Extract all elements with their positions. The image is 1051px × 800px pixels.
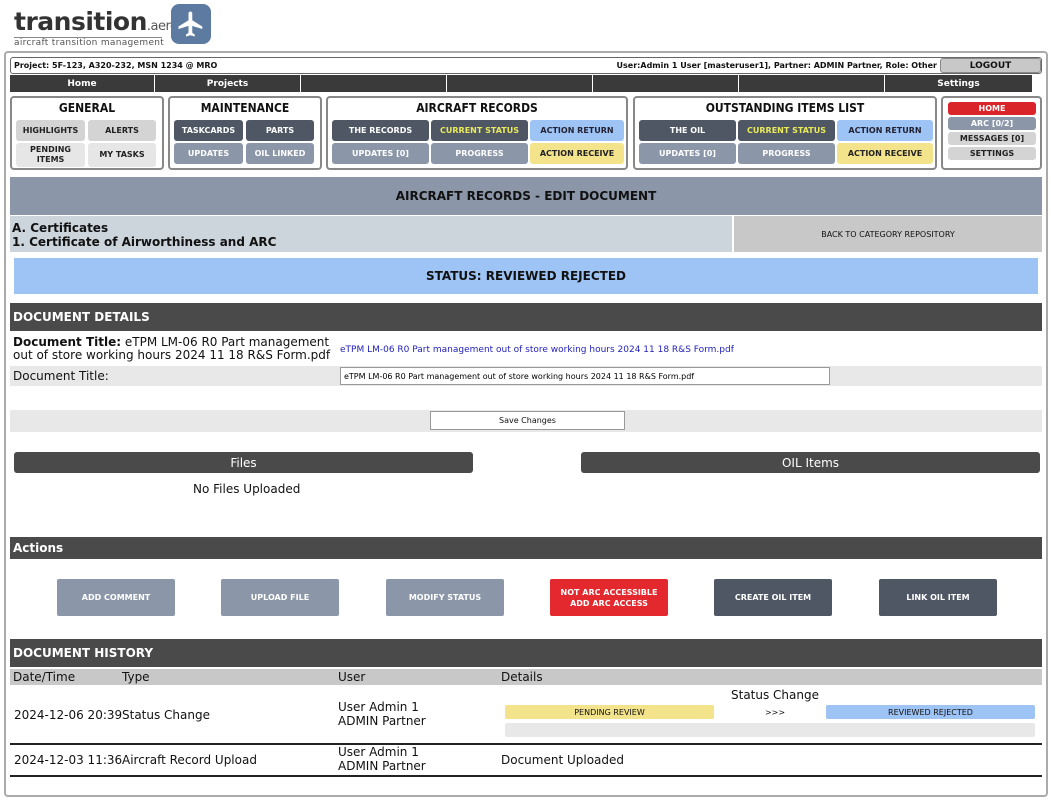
nav-bar: Home Projects Settings [10, 75, 1032, 92]
history-detail: Document Uploaded [501, 753, 625, 767]
arc-action-text: ADD ARC ACCESS [570, 598, 648, 608]
nav-item-3[interactable] [301, 75, 447, 92]
taskcards-button[interactable]: TASKCARDS [174, 120, 243, 141]
category-path: A. Certificates 1. Certificate of Airwor… [10, 216, 732, 252]
general-menu: GENERAL HIGHLIGHTS ALERTS PENDING ITEMS … [10, 96, 164, 170]
link-oil-item-button[interactable]: LINK OIL ITEM [879, 579, 997, 616]
history-detail-title: Status Change [731, 688, 819, 702]
save-row: Save Changes [10, 410, 1042, 432]
document-title-input[interactable] [340, 367, 830, 385]
oil-action-receive-button[interactable]: ACTION RECEIVE [837, 143, 933, 164]
upload-file-button[interactable]: UPLOAD FILE [221, 579, 339, 616]
oil-linked-button[interactable]: OIL LINKED [246, 143, 314, 164]
history-table-header: Date/Time Type User Details [10, 669, 1042, 685]
oil-title: OUTSTANDING ITEMS LIST [705, 101, 865, 115]
records-action-return-button[interactable]: ACTION RETURN [530, 120, 624, 141]
general-title: GENERAL [58, 101, 116, 115]
oil-current-status-button[interactable]: CURRENT STATUS [738, 120, 835, 141]
files-header: Files [14, 452, 473, 473]
aircraft-records-menu: AIRCRAFT RECORDS THE RECORDS CURRENT STA… [326, 96, 628, 170]
user-info: User:Admin 1 User [masteruser1], Partner… [616, 61, 937, 70]
create-oil-item-button[interactable]: CREATE OIL ITEM [714, 579, 832, 616]
logo[interactable]: transition.aero aircraft transition mana… [12, 4, 212, 48]
project-info: Project: 5F-123, A320-232, MSN 1234 @ MR… [14, 61, 218, 70]
the-oil-button[interactable]: THE OIL [639, 120, 736, 141]
maintenance-menu: MAINTENANCE TASKCARDS PARTS UPDATES OIL … [168, 96, 322, 170]
oil-progress-button[interactable]: PROGRESS [738, 143, 835, 164]
document-history-header: DOCUMENT HISTORY [10, 639, 1042, 667]
from-status-badge: PENDING REVIEW [505, 705, 714, 719]
my-tasks-button[interactable]: MY TASKS [88, 143, 156, 167]
parts-button[interactable]: PARTS [246, 120, 314, 141]
no-files-message: No Files Uploaded [193, 482, 301, 496]
document-details-header: DOCUMENT DETAILS [10, 303, 1042, 331]
col-user: User [338, 670, 366, 684]
nav-item-5[interactable] [593, 75, 739, 92]
history-type: Aircraft Record Upload [122, 753, 257, 767]
history-user: User Admin 1 ADMIN Partner [338, 700, 426, 728]
settings-button[interactable]: SETTINGS [948, 147, 1036, 160]
project-bar: Project: 5F-123, A320-232, MSN 1234 @ MR… [10, 57, 1042, 74]
row-divider [10, 743, 1042, 745]
actions-header: Actions [10, 537, 1042, 559]
alerts-button[interactable]: ALERTS [88, 120, 156, 141]
nav-projects[interactable]: Projects [155, 75, 301, 92]
records-action-receive-button[interactable]: ACTION RECEIVE [530, 143, 624, 164]
modify-status-button[interactable]: MODIFY STATUS [386, 579, 504, 616]
page-title: AIRCRAFT RECORDS - EDIT DOCUMENT [10, 177, 1042, 215]
pending-items-button[interactable]: PENDING ITEMS [16, 143, 85, 167]
history-user: User Admin 1 ADMIN Partner [338, 745, 426, 773]
highlights-button[interactable]: HIGHLIGHTS [16, 120, 85, 141]
document-title-edit-row: Document Title: [10, 366, 1042, 386]
oil-action-return-button[interactable]: ACTION RETURN [837, 120, 933, 141]
category-line-1: A. Certificates [12, 221, 109, 235]
logo-tagline: aircraft transition management [14, 38, 165, 48]
logo-text: transition.aero [14, 7, 178, 36]
airplane-icon [171, 4, 211, 44]
category-line-2: 1. Certificate of Airworthiness and ARC [12, 235, 277, 249]
maintenance-updates-button[interactable]: UPDATES [174, 143, 243, 164]
home-button[interactable]: HOME [948, 102, 1036, 115]
messages-button[interactable]: MESSAGES [0] [948, 132, 1036, 145]
table-row: 2024-12-03 11:36 Aircraft Record Upload … [10, 745, 1042, 774]
arc-button[interactable]: ARC [0/2] [948, 117, 1036, 130]
arc-status-text: NOT ARC ACCESSIBLE [560, 587, 658, 597]
maintenance-title: MAINTENANCE [200, 101, 290, 115]
records-updates-button[interactable]: UPDATES [0] [332, 143, 429, 164]
main-frame: Project: 5F-123, A320-232, MSN 1234 @ MR… [4, 51, 1048, 797]
records-current-status-button[interactable]: CURRENT STATUS [431, 120, 528, 141]
nav-item-6[interactable] [739, 75, 885, 92]
table-row: 2024-12-06 20:39 Status Change User Admi… [10, 687, 1042, 743]
history-date: 2024-12-06 20:39 [14, 708, 123, 722]
col-details: Details [501, 670, 543, 684]
nav-home[interactable]: Home [10, 75, 155, 92]
row-divider [10, 775, 1042, 777]
status-banner: STATUS: REVIEWED REJECTED [14, 258, 1038, 294]
oil-updates-button[interactable]: UPDATES [0] [639, 143, 736, 164]
save-changes-button[interactable]: Save Changes [430, 411, 625, 430]
document-title-row: Document Title: eTPM LM-06 R0 Part manag… [10, 334, 1042, 366]
arrow-text: >>> [764, 707, 786, 717]
oil-menu: OUTSTANDING ITEMS LIST THE OIL CURRENT S… [633, 96, 937, 170]
back-to-category-button[interactable]: BACK TO CATEGORY REPOSITORY [734, 216, 1042, 252]
history-date: 2024-12-03 11:36 [14, 753, 123, 767]
document-title-edit-label: Document Title: [13, 369, 109, 383]
logout-button[interactable]: LOGOUT [940, 58, 1041, 73]
nav-settings[interactable]: Settings [885, 75, 1032, 92]
history-type: Status Change [122, 708, 210, 722]
to-status-badge: REVIEWED REJECTED [826, 705, 1035, 719]
document-file-link[interactable]: eTPM LM-06 R0 Part management out of sto… [340, 345, 734, 355]
records-progress-button[interactable]: PROGRESS [431, 143, 528, 164]
the-records-button[interactable]: THE RECORDS [332, 120, 429, 141]
oil-items-header: OIL Items [581, 452, 1040, 473]
nav-item-4[interactable] [447, 75, 593, 92]
col-datetime: Date/Time [13, 670, 76, 684]
document-title-label: Document Title: eTPM LM-06 R0 Part manag… [13, 335, 331, 362]
add-arc-access-button[interactable]: NOT ARC ACCESSIBLE ADD ARC ACCESS [550, 579, 668, 616]
aircraft-records-title: AIRCRAFT RECORDS [416, 101, 538, 115]
quick-links: HOME ARC [0/2] MESSAGES [0] SETTINGS [941, 96, 1042, 170]
add-comment-button[interactable]: ADD COMMENT [57, 579, 175, 616]
history-comment-bar [505, 723, 1035, 737]
col-type: Type [122, 670, 150, 684]
